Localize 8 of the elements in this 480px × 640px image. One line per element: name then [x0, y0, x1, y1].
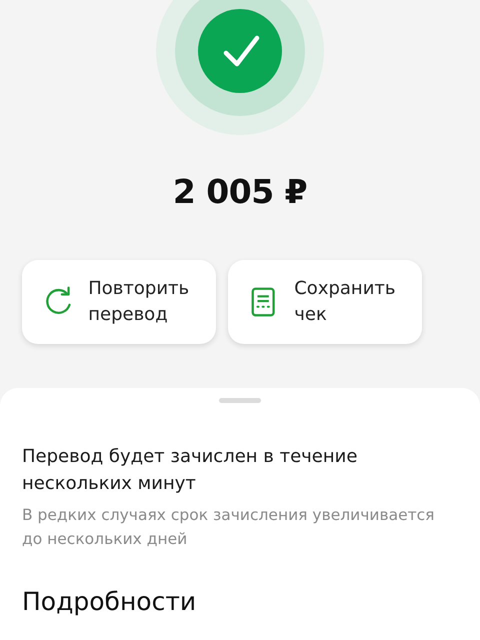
section-heading: Подробности — [22, 587, 198, 618]
amount-text: 2 005 ₽ — [172, 172, 308, 212]
success-check-icon — [155, 0, 325, 136]
repeat-transfer-button[interactable]: Повторить перевод — [22, 260, 216, 344]
notice-text: В редких случаях срок зачисления увеличивается до нескольких дней — [22, 505, 436, 550]
save-receipt-button[interactable]: Сохранить чек — [228, 260, 422, 344]
notice-title: Перевод будет зачислен в течение нескольких минут — [22, 445, 358, 496]
drag-handle[interactable] — [219, 398, 261, 403]
